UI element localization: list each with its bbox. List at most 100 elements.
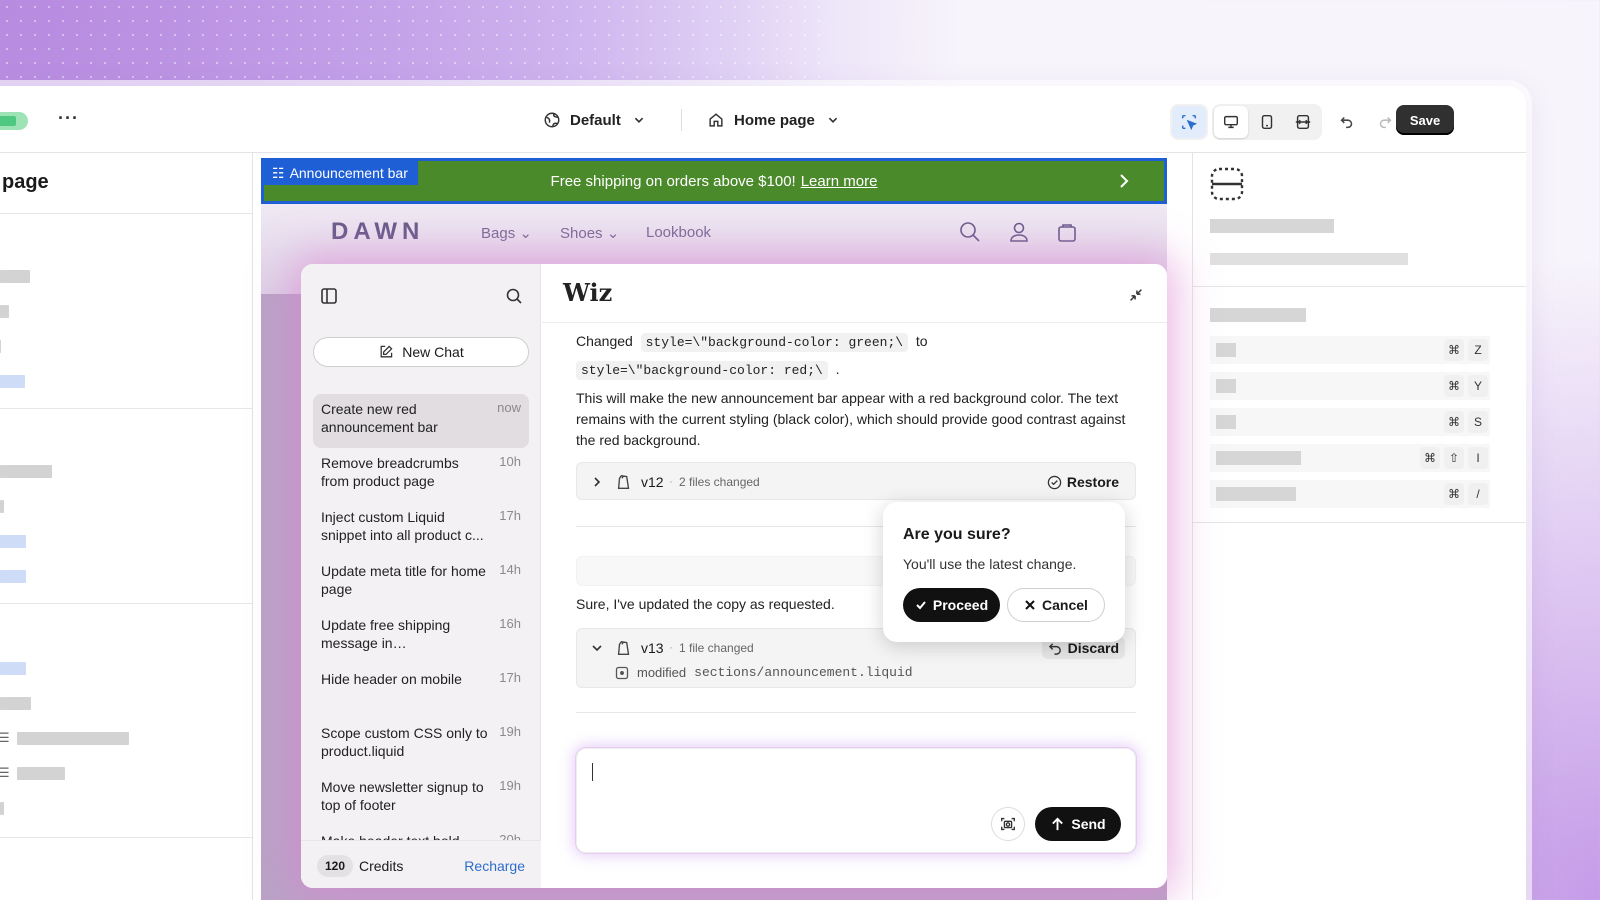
- shortcut-key: ⌘: [1444, 339, 1464, 361]
- shortcut-key: S: [1468, 411, 1488, 433]
- chevron-down-icon: [828, 117, 838, 123]
- collapse-icon[interactable]: [1127, 286, 1145, 304]
- divider: [0, 408, 252, 409]
- left-sidebar: page ☰ ☰: [0, 153, 253, 900]
- changed-file-row: modified sections/announcement.liquid: [615, 665, 913, 680]
- confirm-text: You'll use the latest change.: [903, 556, 1077, 572]
- placeholder-bar-selected[interactable]: [0, 662, 26, 675]
- desktop-view-button[interactable]: [1214, 106, 1248, 138]
- screenshot-button[interactable]: [991, 807, 1025, 841]
- store-logo[interactable]: DAWN: [331, 218, 424, 246]
- redo-icon: [1379, 116, 1392, 129]
- history-item[interactable]: Create new red announcement bar now: [313, 394, 529, 448]
- fullwidth-icon: [1295, 114, 1311, 130]
- new-chat-button[interactable]: New Chat: [313, 337, 529, 367]
- file-icon: [615, 666, 629, 679]
- confirm-popover: Are you sure? You'll use the latest chan…: [883, 502, 1125, 642]
- chevron-right-icon[interactable]: [1114, 171, 1134, 191]
- undo-icon: [1048, 642, 1061, 655]
- history-item[interactable]: Remove breadcrumbs from product page 10h: [313, 448, 529, 502]
- history-item[interactable]: Update meta title for home page 14h: [313, 556, 529, 610]
- announcement-text: Free shipping on orders above $100!: [550, 172, 796, 190]
- restore-button[interactable]: Restore: [1041, 471, 1125, 493]
- placeholder-bar: [0, 697, 31, 710]
- chevron-right-icon[interactable]: [590, 475, 604, 489]
- section-icon: ☰: [0, 765, 10, 780]
- history-item[interactable]: Inject custom Liquid snippet into all pr…: [313, 502, 529, 556]
- background-dots: [0, 0, 820, 90]
- undo-button[interactable]: [1330, 106, 1364, 138]
- shortcut-key: ⇧: [1444, 447, 1464, 469]
- files-changed: 2 files changed: [679, 475, 760, 489]
- send-button[interactable]: Send: [1035, 807, 1121, 841]
- inspector-select-button[interactable]: [1172, 106, 1206, 138]
- placeholder-bar: [1210, 219, 1334, 233]
- cart-icon[interactable]: [1056, 221, 1078, 243]
- page-select-label: Home page: [734, 111, 815, 129]
- search-icon[interactable]: [959, 221, 981, 243]
- search-icon[interactable]: [504, 286, 524, 306]
- nav-link[interactable]: Lookbook: [646, 224, 711, 241]
- announcement-link[interactable]: Learn more: [801, 173, 878, 190]
- section-tag: ☷ Announcement bar: [264, 161, 418, 185]
- placeholder-bar: [0, 802, 4, 815]
- text-caret: [592, 763, 593, 781]
- page-select[interactable]: Home page: [707, 106, 842, 134]
- history-item[interactable]: Hide header on mobile 17h: [313, 664, 529, 718]
- nav-link[interactable]: Shoes ⌄: [560, 224, 619, 242]
- code-snippet: style=\"background-color: red;\: [576, 361, 828, 380]
- toolbar-divider: [681, 109, 682, 131]
- shortcut-row: ⌘ /: [1210, 480, 1490, 508]
- fullwidth-view-button[interactable]: [1286, 106, 1320, 138]
- shortcut-row: ⌘ Y: [1210, 372, 1490, 400]
- status-pill: [0, 112, 28, 130]
- history-item[interactable]: Move newsletter signup to top of footer 1…: [313, 772, 529, 826]
- divider: [1193, 286, 1526, 287]
- placeholder-bar: [0, 500, 4, 513]
- announcement-bar[interactable]: ☷ Announcement bar Free shipping on orde…: [261, 158, 1167, 204]
- theme-select[interactable]: Default: [543, 106, 648, 134]
- cancel-button[interactable]: Cancel: [1007, 588, 1105, 622]
- chat-input[interactable]: Send: [576, 748, 1136, 853]
- placeholder-bar: [17, 767, 65, 780]
- account-icon[interactable]: [1008, 221, 1030, 243]
- placeholder-bar-selected[interactable]: [0, 570, 26, 583]
- chat-history-list: Create new red announcement bar now Remov…: [313, 394, 529, 880]
- desktop-icon: [1223, 115, 1239, 129]
- placeholder-bar-selected[interactable]: [0, 535, 26, 548]
- tablet-view-button[interactable]: [1250, 106, 1284, 138]
- placeholder-bar-selected[interactable]: [0, 375, 25, 388]
- proceed-button[interactable]: Proceed: [903, 588, 1000, 622]
- undo-icon: [1340, 116, 1353, 129]
- placeholder-bar: [1210, 308, 1306, 322]
- sidebar-toggle-icon[interactable]: [319, 286, 339, 306]
- credits-count: 120: [317, 855, 354, 877]
- cursor-select-icon: [1181, 114, 1198, 131]
- divider: [0, 603, 252, 604]
- recharge-link[interactable]: Recharge: [464, 858, 525, 874]
- globe-icon: [544, 112, 560, 128]
- files-changed: 1 file changed: [679, 641, 754, 655]
- divider: [0, 837, 252, 838]
- more-menu-icon[interactable]: ···: [58, 108, 79, 129]
- chevron-down-icon: [634, 117, 644, 123]
- section-placeholder-icon: [1210, 167, 1244, 201]
- new-chat-label: New Chat: [402, 344, 464, 360]
- shopify-file-icon: [617, 474, 630, 489]
- close-icon: [1025, 600, 1035, 610]
- shopify-file-icon: [617, 640, 630, 655]
- confirm-title: Are you sure?: [903, 526, 1011, 543]
- shortcut-key: Y: [1468, 375, 1488, 397]
- placeholder-bar: [0, 340, 1, 353]
- history-item[interactable]: Scope custom CSS only to product.liquid 1…: [313, 718, 529, 772]
- separator-dot: ·: [669, 474, 673, 488]
- nav-link[interactable]: Bags ⌄: [481, 224, 532, 242]
- placeholder-bar: [0, 465, 52, 478]
- save-button[interactable]: Save: [1396, 105, 1454, 135]
- arrow-up-icon: [1052, 817, 1064, 830]
- separator-dot: ·: [669, 640, 673, 654]
- history-item[interactable]: Update free shipping message in announce…: [313, 610, 529, 664]
- assistant-message: This will make the new announcement bar …: [576, 390, 1126, 448]
- chevron-down-icon[interactable]: [590, 641, 604, 655]
- shortcut-row: ⌘ Z: [1210, 336, 1490, 364]
